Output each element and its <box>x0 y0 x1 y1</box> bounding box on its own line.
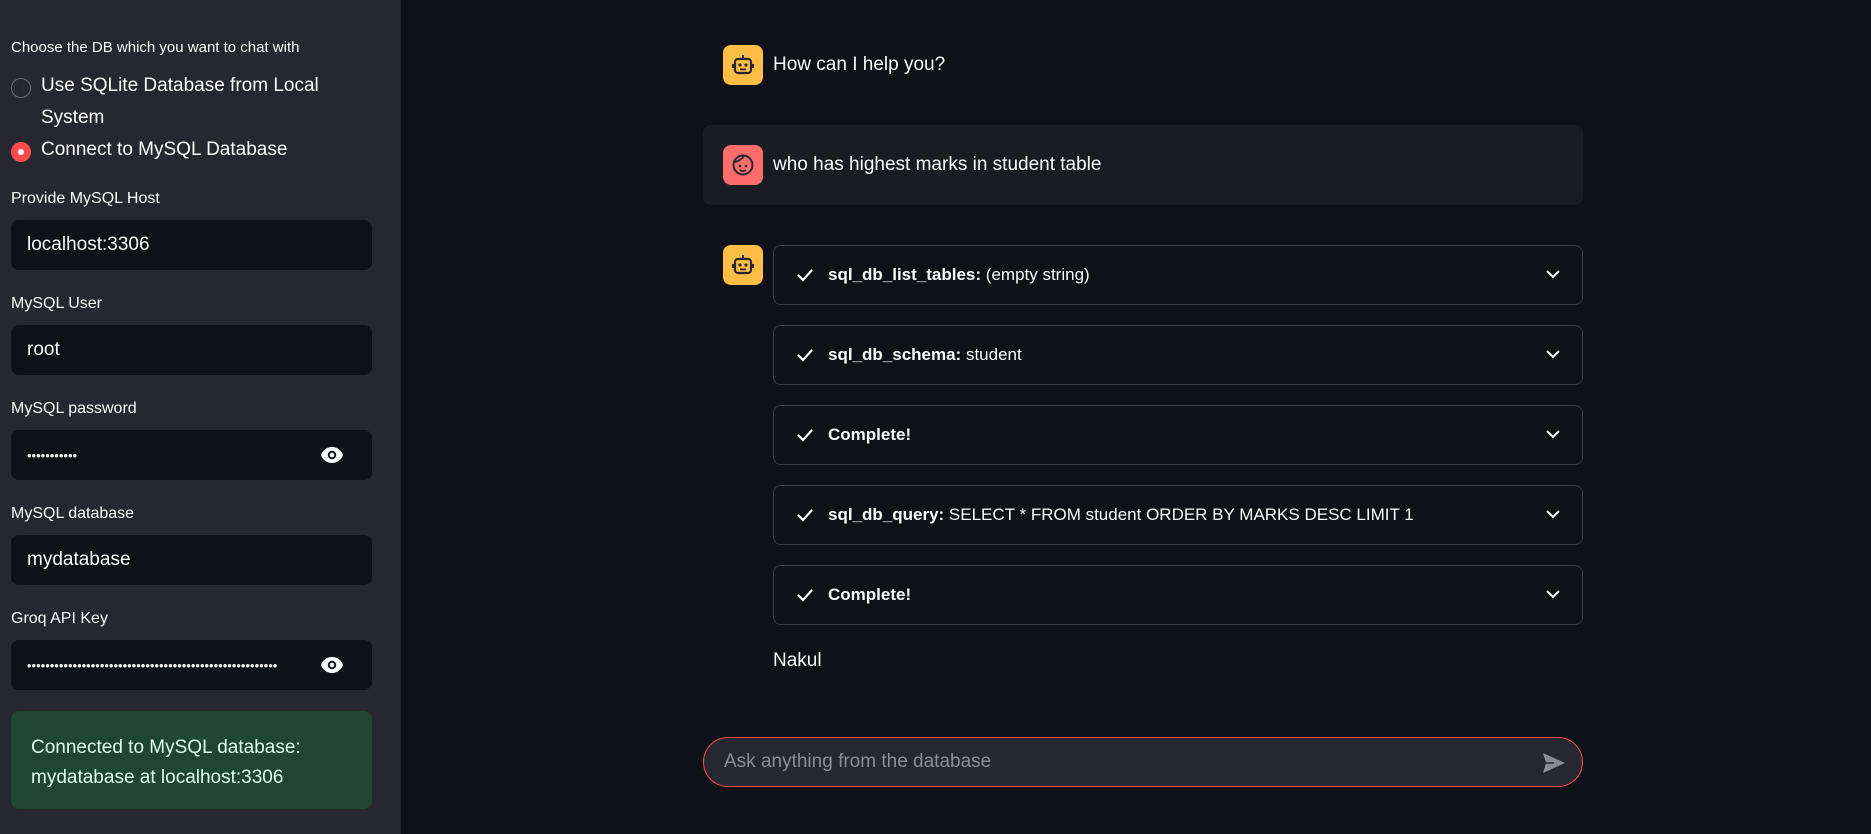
check-icon <box>797 589 813 602</box>
connection-status-alert: Connected to MySQL database: mydatabase … <box>11 711 372 809</box>
radio-mysql-button[interactable] <box>11 142 31 162</box>
password-label: MySQL password <box>11 400 137 417</box>
step-detail: SELECT * FROM student ORDER BY MARKS DES… <box>944 505 1414 524</box>
step-title: Complete! <box>828 425 912 444</box>
step-expander-complete-1[interactable]: Complete! <box>773 405 1583 465</box>
radio-sqlite-label-line1: Use SQLite Database from Local <box>41 75 319 96</box>
database-input[interactable]: mydatabase <box>11 535 372 585</box>
bot-avatar <box>723 245 763 285</box>
step-label: sql_db_list_tables: (empty string) <box>828 265 1090 285</box>
password-value: ••••••••••• <box>27 447 78 463</box>
bot-avatar <box>723 45 763 85</box>
step-label: sql_db_schema: student <box>828 345 1022 365</box>
radio-mysql-label: Connect to MySQL Database <box>41 139 288 160</box>
step-detail: (empty string) <box>981 265 1090 284</box>
radio-sqlite-label: Use SQLite Database from Local System <box>41 70 319 134</box>
status-line1: Connected to MySQL database: <box>31 737 301 758</box>
check-icon <box>797 509 813 522</box>
step-expander-list-tables[interactable]: sql_db_list_tables: (empty string) <box>773 245 1583 305</box>
host-input[interactable]: localhost:3306 <box>11 220 372 270</box>
chevron-down-icon[interactable] <box>1546 430 1560 439</box>
radio-sqlite-label-line2: System <box>41 107 105 128</box>
user-avatar <box>723 145 763 185</box>
api-key-input[interactable]: ••••••••••••••••••••••••••••••••••••••••… <box>11 640 372 690</box>
eye-icon[interactable] <box>320 656 344 674</box>
check-icon <box>797 429 813 442</box>
step-title: sql_db_schema: <box>828 345 962 364</box>
step-label: sql_db_query: SELECT * FROM student ORDE… <box>828 505 1414 525</box>
chevron-down-icon[interactable] <box>1546 510 1560 519</box>
check-icon <box>797 349 813 362</box>
radio-sqlite[interactable]: Use SQLite Database from Local System <box>11 75 319 134</box>
password-input[interactable]: ••••••••••• <box>11 430 372 480</box>
radio-mysql[interactable]: Connect to MySQL Database <box>11 139 287 166</box>
robot-icon <box>732 255 754 275</box>
step-expander-query[interactable]: sql_db_query: SELECT * FROM student ORDE… <box>773 485 1583 545</box>
eye-icon[interactable] <box>320 446 344 464</box>
sidebar: Choose the DB which you want to chat wit… <box>0 0 401 834</box>
face-icon <box>732 154 754 176</box>
host-label: Provide MySQL Host <box>11 190 160 207</box>
send-icon[interactable] <box>1542 752 1566 774</box>
step-label: Complete! <box>828 585 911 605</box>
chevron-down-icon[interactable] <box>1546 590 1560 599</box>
user-value: root <box>27 339 60 360</box>
radio-sqlite-button[interactable] <box>11 78 31 98</box>
status-line2: mydatabase at localhost:3306 <box>31 767 284 788</box>
user-input[interactable]: root <box>11 325 372 375</box>
step-detail: student <box>961 345 1022 364</box>
step-expander-schema[interactable]: sql_db_schema: student <box>773 325 1583 385</box>
check-icon <box>797 269 813 282</box>
host-value: localhost:3306 <box>27 234 150 255</box>
robot-icon <box>732 55 754 75</box>
step-title: sql_db_list_tables: <box>828 265 982 284</box>
bot-answer: Nakul <box>773 650 822 671</box>
database-value: mydatabase <box>27 549 131 570</box>
chat-input-container[interactable] <box>703 737 1583 787</box>
step-expander-complete-2[interactable]: Complete! <box>773 565 1583 625</box>
chevron-down-icon[interactable] <box>1546 350 1560 359</box>
step-label: Complete! <box>828 425 911 445</box>
db-choice-label: Choose the DB which you want to chat wit… <box>11 39 300 56</box>
chevron-down-icon[interactable] <box>1546 270 1560 279</box>
step-title: sql_db_query: <box>828 505 945 524</box>
database-label: MySQL database <box>11 505 135 522</box>
chat-input[interactable] <box>724 751 1504 773</box>
api-key-label: Groq API Key <box>11 610 108 627</box>
user-label: MySQL User <box>11 295 102 312</box>
user-message: who has highest marks in student table <box>773 154 1102 175</box>
bot-greeting: How can I help you? <box>773 54 946 75</box>
step-title: Complete! <box>828 585 912 604</box>
api-key-value: ••••••••••••••••••••••••••••••••••••••••… <box>27 657 278 673</box>
